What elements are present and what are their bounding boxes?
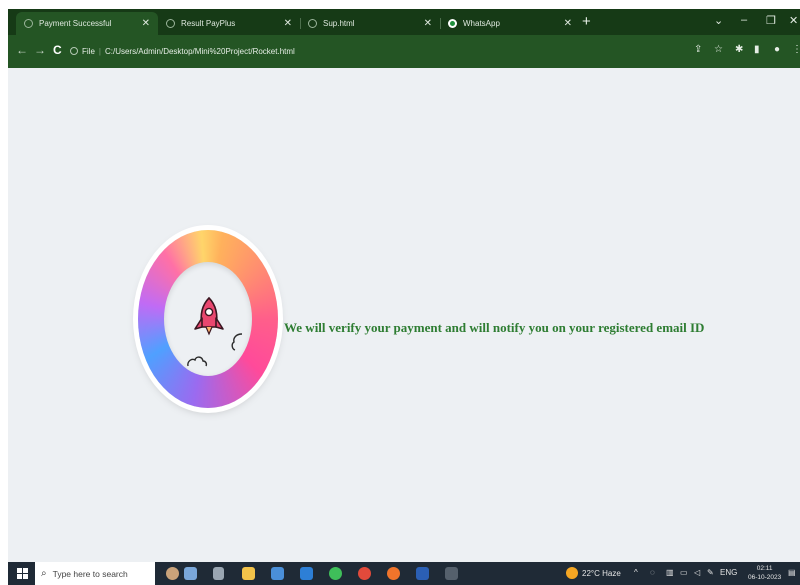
profile-avatar-icon[interactable]: ● [774, 44, 780, 55]
clock-date: 06-10-2023 [748, 574, 782, 581]
taskbar-search-input[interactable]: ⌕ Type here to search [35, 562, 155, 585]
address-divider: | [98, 46, 101, 56]
close-icon[interactable]: ✕ [424, 18, 432, 29]
tab-label: Sup.html [323, 19, 355, 28]
chrome-icon[interactable] [358, 567, 371, 580]
clock-time: 02:11 [756, 565, 773, 572]
globe-icon [24, 19, 33, 28]
restore-button[interactable]: ❐ [766, 14, 776, 27]
info-icon[interactable] [70, 47, 78, 55]
globe-icon [308, 19, 317, 28]
url-text: C:/Users/Admin/Desktop/Mini%20Project/Ro… [104, 46, 295, 56]
star-icon[interactable]: ☆ [714, 44, 723, 55]
close-window-button[interactable]: ✕ [789, 14, 798, 27]
weather-icon[interactable] [566, 567, 578, 579]
windows-taskbar: ⌕ Type here to search 22°C Haze ^ ◌ ▥ ▭ … [8, 562, 800, 585]
share-icon[interactable]: ⇪ [694, 44, 702, 55]
browser-window: Payment Successful ✕ Result PayPlus ✕ Su… [8, 9, 800, 585]
network-icon[interactable]: ▥ [666, 568, 674, 577]
tab-sup-html[interactable]: Sup.html ✕ [300, 12, 440, 35]
volume-icon[interactable]: ◁ [694, 568, 700, 577]
browser-toolbar: ← → C File | C:/Users/Admin/Desktop/Mini… [8, 35, 800, 68]
back-arrow-icon[interactable]: ← [16, 43, 28, 57]
mail-icon[interactable] [300, 567, 313, 580]
whatsapp-icon [448, 19, 457, 28]
search-icon: ⌕ [41, 568, 47, 579]
globe-icon [166, 19, 175, 28]
brave-icon[interactable] [387, 567, 400, 580]
close-icon[interactable]: ✕ [564, 18, 572, 29]
file-explorer-icon[interactable] [242, 567, 255, 580]
menu-icon[interactable]: ⋮ [792, 44, 800, 55]
chrome-profile-icon[interactable] [445, 567, 458, 580]
tab-whatsapp[interactable]: WhatsApp ✕ [440, 12, 580, 35]
cloud-icon [187, 356, 208, 367]
task-view-icon[interactable] [213, 567, 224, 580]
search-highlight-icon[interactable] [166, 567, 179, 580]
forward-arrow-icon[interactable]: → [34, 43, 46, 57]
scheme-label: File [82, 46, 95, 56]
cloud-icon [231, 333, 243, 351]
reload-icon[interactable]: C [53, 43, 62, 57]
battery-icon[interactable]: ▭ [680, 568, 688, 577]
close-icon[interactable]: ✕ [142, 18, 150, 29]
extensions-icon[interactable]: ✱ [735, 44, 743, 55]
pen-icon[interactable]: ✎ [707, 568, 714, 577]
clock[interactable]: 02:11 06-10-2023 [748, 564, 781, 582]
gradient-ring [138, 230, 278, 408]
windows-start-icon[interactable] [17, 568, 28, 579]
close-icon[interactable]: ✕ [284, 18, 292, 29]
notification-icon[interactable]: ▤ [788, 568, 796, 577]
tab-strip: Payment Successful ✕ Result PayPlus ✕ Su… [8, 9, 800, 35]
tab-search-button[interactable]: ⌄ [714, 14, 723, 27]
tab-payment-successful[interactable]: Payment Successful ✕ [16, 12, 158, 35]
chevron-up-icon[interactable]: ^ [634, 568, 638, 577]
language-indicator[interactable]: ENG [720, 568, 737, 577]
tab-label: Result PayPlus [181, 19, 236, 28]
page-content: We will verify your payment and will not… [8, 68, 800, 562]
tab-result-payplus[interactable]: Result PayPlus ✕ [158, 12, 300, 35]
tab-label: WhatsApp [463, 19, 500, 28]
address-bar[interactable]: File | C:/Users/Admin/Desktop/Mini%20Pro… [70, 41, 680, 61]
weather-text[interactable]: 22°C Haze [582, 569, 621, 578]
word-icon[interactable] [416, 567, 429, 580]
whatsapp-app-icon[interactable] [329, 567, 342, 580]
search-placeholder: Type here to search [52, 568, 128, 579]
tab-label: Payment Successful [39, 19, 112, 28]
onedrive-icon[interactable]: ◌ [650, 568, 655, 577]
ring-center [164, 262, 252, 376]
new-tab-button[interactable]: + [582, 13, 591, 30]
store-icon[interactable] [271, 567, 284, 580]
minimize-button[interactable]: – [741, 14, 747, 26]
rocket-icon [194, 296, 224, 336]
side-panel-icon[interactable]: ▮ [754, 44, 760, 55]
widget-icon[interactable] [184, 567, 197, 580]
verification-message: We will verify your payment and will not… [284, 320, 705, 335]
